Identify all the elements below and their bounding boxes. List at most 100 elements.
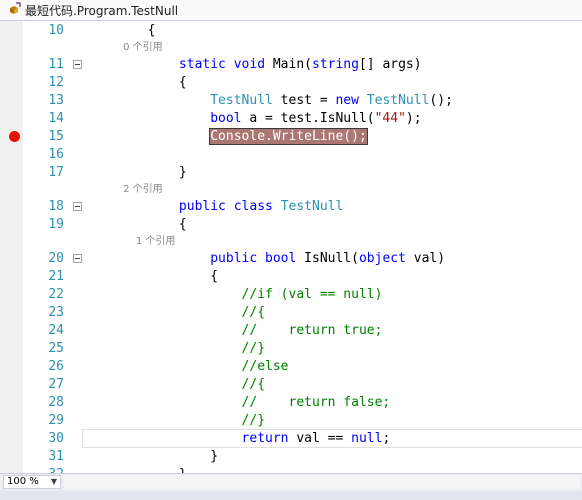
code-line[interactable]: 24 // return true; bbox=[0, 321, 582, 340]
code-line[interactable]: 19 { bbox=[0, 215, 582, 234]
reference-count-hint[interactable]: 2 个引用 bbox=[85, 183, 163, 197]
horizontal-scrollbar[interactable] bbox=[64, 475, 580, 489]
code-token: new bbox=[335, 93, 359, 108]
code-line[interactable]: 28 // return false; bbox=[0, 393, 582, 412]
code-line[interactable]: 21 { bbox=[0, 267, 582, 286]
code-line[interactable]: 26 //else bbox=[0, 357, 582, 376]
code-line[interactable]: 32 } bbox=[0, 465, 582, 473]
code-token: //else bbox=[241, 359, 289, 374]
code-text: public bool IsNull(object val) bbox=[85, 249, 445, 268]
line-number: 15 bbox=[48, 129, 64, 144]
navigation-bar[interactable]: 最短代码.Program.TestNull bbox=[0, 0, 582, 21]
code-text: return val == null; bbox=[85, 429, 391, 448]
code-token: { bbox=[85, 269, 219, 284]
line-number: 22 bbox=[48, 287, 64, 302]
code-line[interactable]: 14 bool a = test.IsNull("44"); bbox=[0, 109, 582, 128]
collapse-icon[interactable] bbox=[73, 60, 82, 69]
code-line[interactable]: 27 //{ bbox=[0, 375, 582, 394]
line-number: 17 bbox=[48, 165, 64, 180]
code-line[interactable]: 16 bbox=[0, 145, 582, 164]
code-line[interactable]: 13 TestNull test = new TestNull(); bbox=[0, 91, 582, 110]
zoom-dropdown[interactable]: 100 % ▼ bbox=[3, 475, 61, 489]
code-editor[interactable]: 10 { 0 个引用 11 static void Main(string[] a… bbox=[0, 21, 582, 473]
code-token: Main( bbox=[265, 57, 312, 72]
code-token: //} bbox=[241, 341, 266, 356]
code-line[interactable]: 15 Console.WriteLine(); bbox=[0, 127, 582, 146]
code-token: (); bbox=[429, 93, 453, 108]
collapse-icon[interactable] bbox=[73, 202, 82, 211]
code-token: //if (val == null) bbox=[241, 287, 383, 302]
code-text: } bbox=[85, 447, 218, 466]
breakpoint-icon[interactable] bbox=[9, 131, 20, 142]
line-number: 29 bbox=[48, 413, 64, 428]
code-text: //if (val == null) bbox=[85, 285, 383, 304]
code-line[interactable]: 29 //} bbox=[0, 411, 582, 430]
code-text: { bbox=[85, 73, 187, 92]
code-line[interactable]: 11 static void Main(string[] args) bbox=[0, 55, 582, 74]
line-number: 27 bbox=[48, 377, 64, 392]
code-text: //} bbox=[85, 339, 265, 358]
code-token: bool bbox=[265, 251, 297, 266]
code-line[interactable]: 12 { bbox=[0, 73, 582, 92]
code-line[interactable]: 30 return val == null; bbox=[0, 429, 582, 448]
code-token: //} bbox=[241, 413, 266, 428]
code-text: //} bbox=[85, 411, 265, 430]
code-token: } bbox=[85, 449, 219, 464]
code-line[interactable]: 31 } bbox=[0, 447, 582, 466]
code-token: bool bbox=[210, 111, 242, 126]
code-token: public bbox=[178, 199, 226, 214]
reference-count-hint[interactable]: 1 个引用 bbox=[85, 235, 176, 249]
code-line[interactable]: 22 //if (val == null) bbox=[0, 285, 582, 304]
line-number: 31 bbox=[48, 449, 64, 464]
line-number: 30 bbox=[48, 431, 64, 446]
code-token: //{ bbox=[241, 305, 266, 320]
window-border bbox=[0, 491, 582, 500]
code-token: { bbox=[85, 75, 187, 90]
chevron-down-icon: ▼ bbox=[50, 477, 57, 486]
code-token: // return false; bbox=[241, 395, 391, 410]
code-line[interactable]: 20 public bool IsNull(object val) bbox=[0, 249, 582, 268]
code-token: { bbox=[85, 217, 187, 232]
code-token: return bbox=[241, 431, 289, 446]
code-text: //else bbox=[85, 357, 289, 376]
code-text: //{ bbox=[85, 375, 265, 394]
code-line[interactable]: 10 { bbox=[0, 21, 582, 40]
code-text: TestNull test = new TestNull(); bbox=[85, 91, 453, 110]
line-number: 23 bbox=[48, 305, 64, 320]
code-text: { bbox=[85, 21, 156, 40]
code-token: a = test.IsNull( bbox=[241, 111, 375, 126]
line-number: 20 bbox=[48, 251, 64, 266]
line-number: 28 bbox=[48, 395, 64, 410]
code-line[interactable]: 25 //} bbox=[0, 339, 582, 358]
line-number: 14 bbox=[48, 111, 64, 126]
code-token: object bbox=[358, 251, 406, 266]
code-text: //{ bbox=[85, 303, 265, 322]
selected-code: Console.WriteLine(); bbox=[209, 128, 368, 145]
line-number: 10 bbox=[48, 23, 64, 38]
code-line[interactable]: 17 } bbox=[0, 163, 582, 182]
line-number: 24 bbox=[48, 323, 64, 338]
line-number: 13 bbox=[48, 93, 64, 108]
code-text: bool a = test.IsNull("44"); bbox=[85, 109, 422, 128]
collapse-icon[interactable] bbox=[73, 254, 82, 263]
code-line[interactable]: 18 public class TestNull bbox=[0, 197, 582, 216]
code-token: test = bbox=[272, 93, 336, 108]
code-line[interactable]: 23 //{ bbox=[0, 303, 582, 322]
code-token: TestNull bbox=[366, 93, 430, 108]
code-text: } bbox=[85, 465, 187, 473]
code-text: // return true; bbox=[85, 321, 383, 340]
reference-count-hint[interactable]: 0 个引用 bbox=[85, 41, 163, 55]
code-token: ); bbox=[405, 111, 422, 126]
